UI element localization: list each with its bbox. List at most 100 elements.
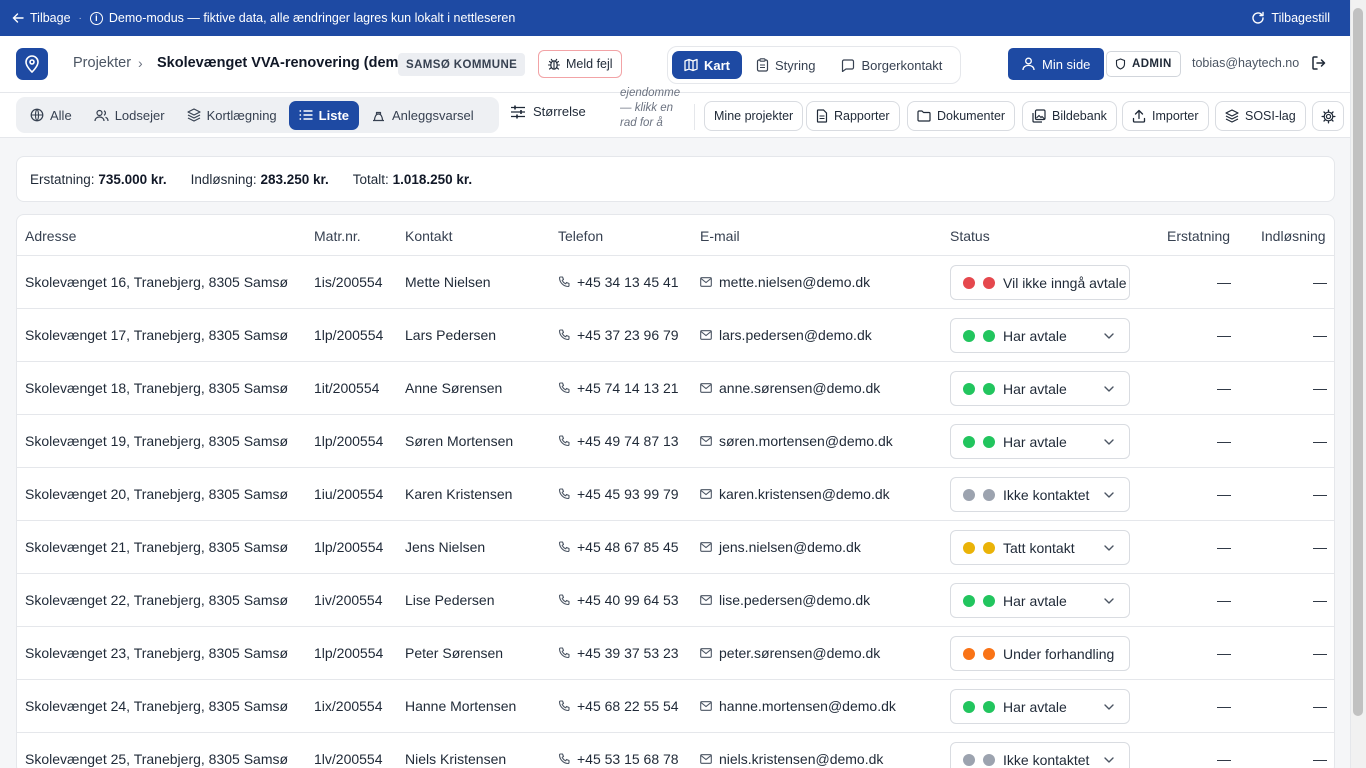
table-row[interactable]: Skolevænget 23, Tranebjerg, 8305 Samsø 1l…: [17, 626, 1334, 679]
col-header-redemption[interactable]: Indløsning: [1261, 228, 1326, 244]
col-header-status[interactable]: Status: [950, 228, 990, 244]
tab-borgerkontakt[interactable]: Borgerkontakt: [829, 51, 954, 79]
sosi-layer-label: SOSI-lag: [1245, 109, 1296, 123]
address-cell: Skolevænget 18, Tranebjerg, 8305 Samsø: [25, 380, 289, 396]
size-button[interactable]: Størrelse: [510, 104, 586, 119]
email-cell[interactable]: søren.mortensen@demo.dk: [700, 433, 893, 449]
email-cell[interactable]: lars.pedersen@demo.dk: [700, 327, 872, 343]
status-select[interactable]: Har avtale: [950, 689, 1130, 724]
chevron-down-icon: [1104, 545, 1114, 551]
compensation-cell: —: [1217, 486, 1231, 502]
email-address: søren.mortensen@demo.dk: [719, 433, 893, 449]
phone-number: +45 34 13 45 41: [577, 274, 679, 290]
tab-kortlaegning[interactable]: Kortlægning: [177, 101, 287, 130]
documents-button[interactable]: Dokumenter: [907, 101, 1016, 131]
reports-button[interactable]: Rapporter: [806, 101, 900, 131]
tab-liste-label: Liste: [318, 107, 350, 123]
my-projects-button[interactable]: Mine projekter: [704, 101, 804, 131]
status-select[interactable]: Har avtale: [950, 371, 1130, 406]
table-row[interactable]: Skolevænget 25, Tranebjerg, 8305 Samsø 1l…: [17, 732, 1334, 768]
status-select[interactable]: Ikke kontaktet: [950, 477, 1130, 512]
back-link[interactable]: Tilbage: [12, 11, 71, 25]
col-header-compensation[interactable]: Erstatning: [1167, 228, 1230, 244]
settings-button[interactable]: [1312, 101, 1344, 131]
status-select[interactable]: Ikke kontaktet: [950, 742, 1130, 768]
breadcrumb-projects[interactable]: Projekter: [73, 55, 131, 71]
col-header-matr[interactable]: Matr.nr.: [314, 228, 361, 244]
email-cell[interactable]: hanne.mortensen@demo.dk: [700, 698, 896, 714]
hint-text: ejendomme — klikk en rad for å åpne: [620, 87, 681, 129]
email-cell[interactable]: karen.kristensen@demo.dk: [700, 486, 890, 502]
table-row[interactable]: Skolevænget 19, Tranebjerg, 8305 Samsø 1l…: [17, 414, 1334, 467]
col-header-phone[interactable]: Telefon: [558, 228, 603, 244]
email-cell[interactable]: jens.nielsen@demo.dk: [700, 539, 861, 555]
logout-button[interactable]: [1311, 55, 1327, 74]
col-header-address[interactable]: Adresse: [25, 228, 76, 244]
phone-cell[interactable]: +45 37 23 96 79: [558, 327, 679, 343]
status-select[interactable]: Har avtale: [950, 424, 1130, 459]
status-dot: [963, 594, 975, 607]
sosi-layer-button[interactable]: SOSI-lag: [1215, 101, 1306, 131]
status-select[interactable]: Har avtale: [950, 318, 1130, 353]
phone-icon: [558, 435, 570, 447]
email-cell[interactable]: niels.kristensen@demo.dk: [700, 751, 883, 767]
matr-cell: 1it/200554: [314, 380, 380, 396]
matr-cell: 1iu/200554: [314, 486, 384, 502]
col-header-email[interactable]: E-mail: [700, 228, 740, 244]
matr-cell: 1lp/200554: [314, 539, 384, 555]
tab-kart[interactable]: Kart: [672, 51, 743, 79]
tab-liste[interactable]: Liste: [288, 100, 360, 130]
email-cell[interactable]: mette.nielsen@demo.dk: [700, 274, 870, 290]
phone-cell[interactable]: +45 39 37 53 23: [558, 645, 679, 661]
email-address: hanne.mortensen@demo.dk: [719, 698, 896, 714]
phone-cell[interactable]: +45 40 99 64 53: [558, 592, 679, 608]
phone-cell[interactable]: +45 45 93 99 79: [558, 486, 679, 502]
phone-cell[interactable]: +45 74 14 13 21: [558, 380, 679, 396]
table-row[interactable]: Skolevænget 17, Tranebjerg, 8305 Samsø 1l…: [17, 308, 1334, 361]
email-cell[interactable]: peter.sørensen@demo.dk: [700, 645, 880, 661]
tab-styring[interactable]: Styring: [744, 51, 827, 79]
tab-lodsejer[interactable]: Lodsejer: [84, 101, 175, 130]
layers-icon: [1225, 109, 1239, 123]
status-select[interactable]: Har avtale: [950, 583, 1130, 618]
status-select[interactable]: Under forhandling: [950, 636, 1130, 671]
import-button[interactable]: Importer: [1122, 101, 1209, 131]
compensation-cell: —: [1217, 433, 1231, 449]
mail-icon: [700, 383, 712, 393]
email-cell[interactable]: anne.sørensen@demo.dk: [700, 380, 880, 396]
tab-anleggsvarsel[interactable]: Anleggsvarsel: [361, 101, 484, 130]
image-bank-button[interactable]: Bildebank: [1022, 101, 1117, 131]
table-row[interactable]: Skolevænget 24, Tranebjerg, 8305 Samsø 1i…: [17, 679, 1334, 732]
status-select[interactable]: Vil ikke inngå avtale: [950, 265, 1130, 300]
scrollbar-thumb[interactable]: [1353, 8, 1363, 716]
status-dot: [963, 276, 975, 289]
tab-alle[interactable]: Alle: [20, 101, 82, 130]
report-bug-button[interactable]: Meld fejl: [538, 50, 622, 78]
table-row[interactable]: Skolevænget 18, Tranebjerg, 8305 Samsø 1i…: [17, 361, 1334, 414]
status-select[interactable]: Tatt kontakt: [950, 530, 1130, 565]
arrow-left-icon: [12, 13, 24, 23]
table-row[interactable]: Skolevænget 16, Tranebjerg, 8305 Samsø 1i…: [17, 255, 1334, 308]
table-row[interactable]: Skolevænget 20, Tranebjerg, 8305 Samsø 1i…: [17, 467, 1334, 520]
phone-cell[interactable]: +45 48 67 85 45: [558, 539, 679, 555]
phone-cell[interactable]: +45 53 15 68 78: [558, 751, 679, 767]
status-label: Har avtale: [1003, 433, 1067, 450]
status-dot: [963, 753, 975, 766]
my-page-button[interactable]: Min side: [1008, 48, 1105, 80]
matr-cell: 1is/200554: [314, 274, 383, 290]
address-cell: Skolevænget 21, Tranebjerg, 8305 Samsø: [25, 539, 289, 555]
phone-cell[interactable]: +45 68 22 55 54: [558, 698, 679, 714]
table-row[interactable]: Skolevænget 22, Tranebjerg, 8305 Samsø 1i…: [17, 573, 1334, 626]
redemption-cell: —: [1313, 645, 1327, 661]
col-header-contact[interactable]: Kontakt: [405, 228, 452, 244]
phone-cell[interactable]: +45 49 74 87 13: [558, 433, 679, 449]
table-row[interactable]: Skolevænget 21, Tranebjerg, 8305 Samsø 1l…: [17, 520, 1334, 573]
tab-alle-label: Alle: [50, 107, 72, 123]
phone-cell[interactable]: +45 34 13 45 41: [558, 274, 679, 290]
chevron-down-icon: [1104, 386, 1114, 392]
email-cell[interactable]: lise.pedersen@demo.dk: [700, 592, 870, 608]
reset-button[interactable]: Tilbagestill: [1251, 11, 1330, 25]
mode-tabs: Kart Styring Borgerkontakt: [667, 46, 961, 84]
view-tabs: Alle Lodsejer Kortlægning Liste Anleggsv…: [16, 97, 499, 133]
app-logo[interactable]: [16, 48, 48, 80]
